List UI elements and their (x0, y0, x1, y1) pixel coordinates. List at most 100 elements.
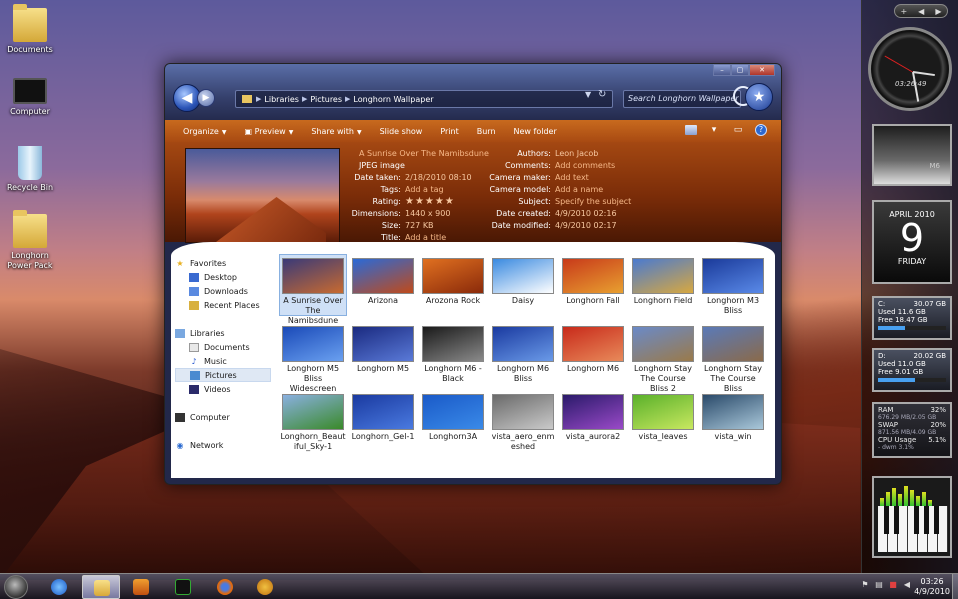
sidebar-item-downloads[interactable]: Downloads (175, 284, 271, 298)
address-bar[interactable]: ▶ Libraries ▶ Pictures ▶ Longhorn Wallpa… (235, 90, 613, 108)
taskbar-firefox[interactable] (206, 575, 244, 599)
desktop-icon-recycle-bin[interactable]: Recycle Bin (2, 146, 58, 193)
file-item[interactable]: Longhorn M5 Bliss Widescreen (279, 322, 347, 393)
burn-button[interactable]: Burn (477, 127, 496, 136)
file-item[interactable]: Longhorn_Beautiful_Sky-1 (279, 390, 347, 452)
file-item[interactable]: vista_aero_enmeshed (489, 390, 557, 452)
sidebar-item-libraries[interactable]: Libraries (175, 326, 271, 340)
shield-icon[interactable]: ■ (888, 580, 898, 590)
file-item[interactable]: vista_aurora2 (559, 390, 627, 452)
file-item[interactable]: Longhorn Fall (559, 254, 627, 316)
file-item[interactable]: Longhorn Stay The Course Bliss (699, 322, 767, 393)
sidebar-item-videos[interactable]: Videos (175, 382, 271, 396)
new-folder-button[interactable]: New folder (514, 127, 557, 136)
second-hand (884, 55, 913, 73)
detail-row[interactable]: Comments: Add comments (473, 160, 631, 172)
taskbar-explorer[interactable] (82, 575, 120, 599)
minimize-button[interactable]: – (713, 64, 731, 76)
file-item[interactable]: Arizona (349, 254, 417, 316)
sidebar-item-favorites[interactable]: ★ Favorites (175, 256, 271, 270)
network-icon[interactable]: ▤ (874, 580, 884, 590)
sidebar-item-documents[interactable]: Documents (175, 340, 271, 354)
sidebar-item-computer[interactable]: Computer (175, 410, 271, 424)
taskbar-clock[interactable]: 03:26 4/9/2010 (914, 577, 950, 597)
file-item[interactable]: Longhorn M6 (559, 322, 627, 384)
help-icon[interactable]: ? (755, 124, 767, 136)
piano-keys[interactable] (878, 506, 948, 552)
file-item[interactable]: vista_win (699, 390, 767, 452)
chevron-right-icon: ▶ (301, 95, 308, 103)
drive-gadget-d[interactable]: D: 20.02 GB Used 11.0 GB Free 9.01 GB (872, 348, 952, 392)
detail-row[interactable]: Camera model: Add a name (473, 184, 631, 196)
sidebar-item-recent-places[interactable]: Recent Places (175, 298, 271, 312)
desktop-icon-longhorn-power-pack[interactable]: Longhorn Power Pack (2, 210, 58, 271)
refresh-icon[interactable]: ↻ (598, 89, 606, 100)
close-button[interactable]: ✕ (749, 64, 775, 76)
add-gadget-button[interactable]: + (900, 7, 907, 16)
chevron-down-icon[interactable]: ▾ (707, 124, 721, 136)
breadcrumb-libraries[interactable]: Libraries (264, 95, 299, 104)
slide-show-button[interactable]: Slide show (380, 127, 423, 136)
start-button[interactable] (4, 575, 28, 599)
slideshow-gadget[interactable]: M6 (872, 124, 952, 186)
search-input[interactable]: Search Longhorn Wallpaper (623, 90, 741, 108)
desktop-icon-documents[interactable]: Documents (2, 4, 58, 55)
file-item[interactable]: Longhorn M3 Bliss (699, 254, 767, 316)
taskbar-internet-explorer[interactable] (40, 575, 78, 599)
detail-row[interactable]: Subject: Specify the subject (473, 196, 631, 208)
maximize-button[interactable]: ▢ (731, 64, 749, 76)
preview-menu[interactable]: ▣ Preview ▼ (244, 127, 293, 136)
previous-page-button[interactable]: ◀ (918, 7, 924, 16)
next-page-button[interactable]: ▶ (935, 7, 941, 16)
sidebar-item-music[interactable]: ♪ Music (175, 354, 271, 368)
swap-label: SWAP (878, 421, 898, 429)
breadcrumb-pictures[interactable]: Pictures (310, 95, 342, 104)
file-item[interactable]: vista_leaves (629, 390, 697, 452)
file-item[interactable]: Longhorn3A (419, 390, 487, 452)
file-item[interactable]: Longhorn_Gel-1 (349, 390, 417, 452)
file-item[interactable]: Longhorn M6 Bliss (489, 322, 557, 384)
file-item[interactable]: Longhorn Stay The Course Bliss 2 (629, 322, 697, 393)
organize-menu[interactable]: Organize ▼ (183, 127, 226, 136)
calendar-gadget[interactable]: APRIL 2010 9 FRIDAY (872, 200, 952, 284)
details-right-column: Authors: Leon Jacob Comments: Add comments… (473, 148, 631, 232)
detail-row: Dimensions: 1440 x 900 (351, 209, 451, 218)
sidebar-item-pictures[interactable]: Pictures (175, 368, 271, 382)
desktop-icon-computer[interactable]: Computer (2, 78, 58, 117)
clock-gadget[interactable]: 03:26:49 (868, 27, 952, 111)
file-item[interactable]: Longhorn M6 - Black (419, 322, 487, 384)
detail-row[interactable]: Tags: Add a tag (325, 184, 472, 196)
print-button[interactable]: Print (440, 127, 458, 136)
file-item[interactable]: Arozona Rock (419, 254, 487, 316)
piano-gadget[interactable] (872, 476, 952, 558)
address-dropdown-icon[interactable]: ▼ (585, 90, 591, 99)
preview-pane-icon[interactable]: ▭ (731, 124, 745, 136)
breadcrumb-longhorn-wallpaper[interactable]: Longhorn Wallpaper (353, 95, 433, 104)
taskbar-app[interactable] (246, 575, 284, 599)
drive-gadget-c[interactable]: C: 30.07 GB Used 11.6 GB Free 18.47 GB (872, 296, 952, 340)
file-item[interactable]: Longhorn M5 (349, 322, 417, 384)
file-thumbnail (282, 326, 344, 362)
show-desktop-button[interactable] (952, 574, 958, 599)
hour-hand (912, 71, 935, 77)
taskbar-time: 03:26 (920, 577, 944, 586)
sidebar-item-network[interactable]: ◉ Network (175, 438, 271, 452)
forward-button[interactable]: ▶ (197, 89, 215, 107)
drive-free: Free 18.47 GB (878, 316, 928, 324)
file-item[interactable]: Longhorn Field (629, 254, 697, 316)
system-meter-gadget[interactable]: RAM 32% 676.29 MB/2.05 GB SWAP 20% 871.56 … (872, 402, 952, 458)
taskbar-media-player[interactable] (122, 575, 160, 599)
file-item[interactable]: Daisy (489, 254, 557, 316)
network-icon: ◉ (176, 440, 184, 450)
detail-row[interactable]: Camera maker: Add text (473, 172, 631, 184)
share-with-menu[interactable]: Share with ▼ (311, 127, 361, 136)
rating-row[interactable]: Rating: ★★★★★ (325, 196, 472, 208)
favorites-star-button[interactable]: ★ (745, 83, 773, 111)
sidebar-item-desktop[interactable]: Desktop (175, 270, 271, 284)
file-item[interactable]: A Sunrise Over The Namibsdune (279, 254, 347, 325)
flag-icon[interactable]: ⚑ (860, 580, 870, 590)
volume-icon[interactable]: ◀ (902, 580, 912, 590)
taskbar-terminal[interactable] (164, 575, 202, 599)
views-icon[interactable] (685, 125, 697, 135)
file-thumbnail (282, 394, 344, 430)
